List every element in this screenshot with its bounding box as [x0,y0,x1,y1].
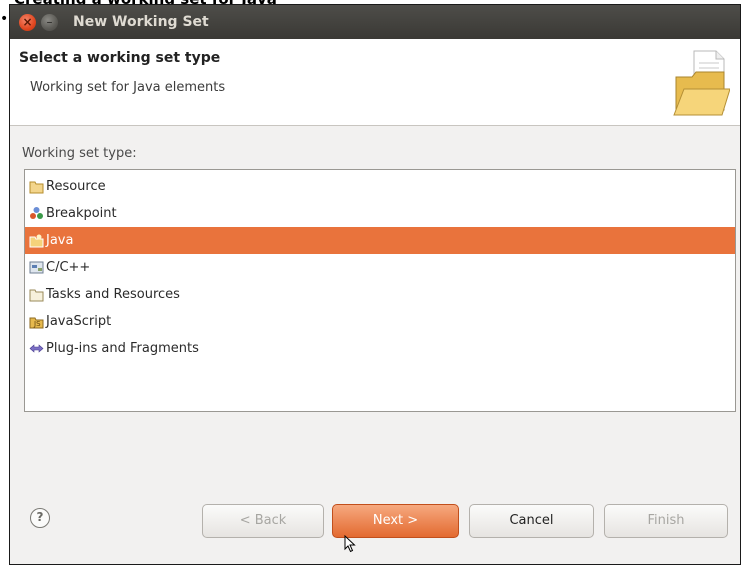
list-item-tasks-and-resources[interactable]: Tasks and Resources [25,281,735,308]
window-title: New Working Set [73,14,209,30]
list-item-breakpoint[interactable]: Breakpoint [25,200,735,227]
javascript-icon: JS [29,317,44,329]
next-button[interactable]: Next > [332,504,459,538]
cancel-button[interactable]: Cancel [469,504,594,538]
list-item-javascript[interactable]: JS JavaScript [25,308,735,335]
help-button[interactable]: ? [30,508,50,528]
list-item-label: C/C++ [46,260,91,275]
list-item-label: Resource [46,179,106,194]
wizard-page-title: Select a working set type [19,50,221,66]
finish-button[interactable]: Finish [604,504,728,538]
list-item-java[interactable]: Java [25,227,735,254]
wizard-header: Select a working set type Working set fo… [10,39,740,126]
list-item-label: Plug-ins and Fragments [46,341,199,356]
plugin-icon [29,344,44,353]
close-button[interactable]: × [19,14,36,31]
list-item-label: JavaScript [46,314,112,329]
list-item-cpp[interactable]: C/C++ [25,254,735,281]
folder-icon [673,50,730,116]
working-set-type-list[interactable]: Resource Breakpoint Java C/C++ Tasks and… [24,169,736,412]
new-working-set-dialog: × – New Working Set Select a working set… [9,4,741,565]
back-button[interactable]: < Back [202,504,324,538]
list-item-label: Java [46,233,74,248]
resource-folder-icon [29,181,44,194]
mouse-pointer-icon [344,535,356,553]
breakpoint-icon [30,207,43,219]
minimize-button[interactable]: – [41,14,58,31]
bullet-marker: • [0,11,9,27]
tasks-folder-icon [29,289,44,302]
cpp-icon [29,261,44,274]
list-item-label: Tasks and Resources [46,287,180,302]
svg-text:JS: JS [33,320,41,328]
list-item-resource[interactable]: Resource [25,173,735,200]
working-set-type-label: Working set type: [22,146,137,161]
list-item-plug-ins-and-fragments[interactable]: Plug-ins and Fragments [25,335,735,362]
list-item-label: Breakpoint [46,206,117,221]
title-bar: × – New Working Set [10,5,740,39]
java-package-icon [29,234,44,248]
wizard-page-description: Working set for Java elements [30,80,226,95]
